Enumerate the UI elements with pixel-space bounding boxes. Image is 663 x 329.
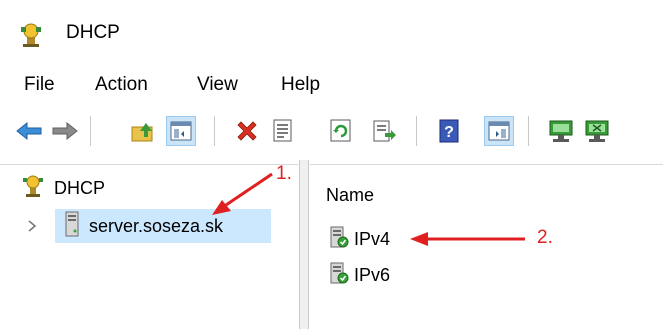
svg-text:?: ? — [444, 124, 454, 141]
tree-item-server[interactable]: server.soseza.sk — [55, 209, 271, 243]
up-folder-icon[interactable] — [128, 116, 158, 146]
tree-item-dhcp[interactable]: DHCP — [22, 175, 105, 201]
dhcp-server-icon — [18, 22, 44, 48]
list-item-label: IPv4 — [354, 228, 391, 249]
server-icon — [65, 211, 79, 242]
toolbar-separator — [214, 116, 215, 146]
help-icon[interactable]: ? — [434, 116, 464, 146]
console-tree: DHCP server.soseza.sk — [0, 164, 298, 329]
toolbar: ? — [0, 108, 663, 152]
chevron-right-icon[interactable] — [26, 219, 38, 233]
delete-icon[interactable] — [232, 116, 262, 146]
forward-arrow-icon[interactable] — [50, 116, 80, 146]
refresh-icon[interactable] — [326, 116, 356, 146]
column-header-name[interactable]: Name — [326, 185, 374, 206]
show-hide-action-pane-icon[interactable] — [484, 116, 514, 146]
menu-file[interactable]: File — [24, 74, 55, 96]
dhcp-icon — [22, 175, 44, 202]
tree-item-label: server.soseza.sk — [89, 215, 224, 236]
title-bar: DHCP — [0, 0, 663, 60]
unauthorize-server-icon[interactable] — [582, 116, 612, 146]
menu-help[interactable]: Help — [281, 74, 320, 96]
back-arrow-icon[interactable] — [14, 116, 44, 146]
ipv4-scope-icon — [330, 225, 350, 254]
toolbar-separator — [528, 116, 529, 146]
pane-splitter[interactable] — [299, 160, 309, 329]
menu-view[interactable]: View — [197, 74, 238, 96]
toolbar-separator — [416, 116, 417, 146]
list-item-label: IPv6 — [354, 264, 391, 285]
list-item-ipv6[interactable]: IPv6 — [330, 261, 390, 289]
menu-bar: File Action View Help — [0, 68, 663, 102]
window-title: DHCP — [66, 22, 120, 43]
toolbar-separator — [90, 116, 91, 146]
ipv6-scope-icon — [330, 261, 350, 290]
export-list-icon[interactable] — [370, 116, 400, 146]
show-hide-console-tree-icon[interactable] — [166, 116, 196, 146]
menu-action[interactable]: Action — [95, 74, 148, 96]
annotation-step1: 1. — [276, 163, 292, 184]
details-pane: Name IPv4 IPv6 — [310, 164, 663, 329]
tree-item-label: DHCP — [54, 177, 106, 198]
properties-icon[interactable] — [268, 116, 298, 146]
authorize-server-icon[interactable] — [546, 116, 576, 146]
annotation-step2: 2. — [537, 227, 553, 248]
list-item-ipv4[interactable]: IPv4 — [330, 225, 390, 253]
